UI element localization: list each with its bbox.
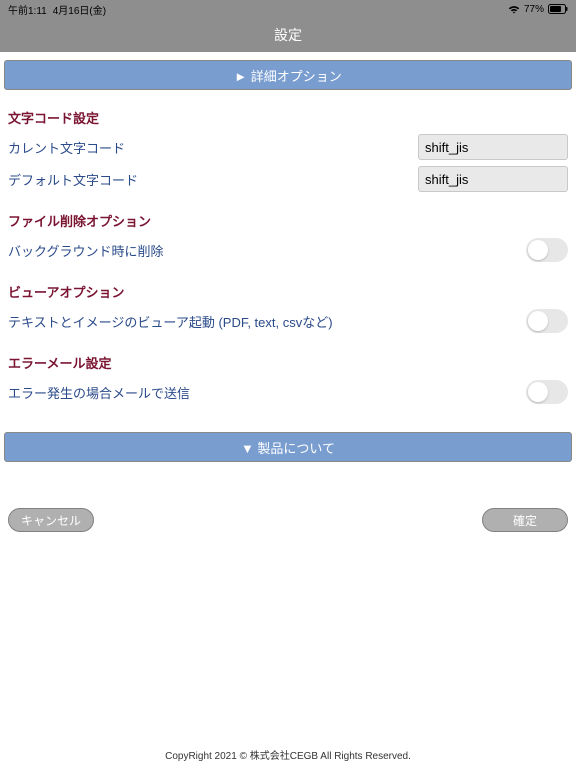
cancel-button-label: キャンセル [21, 512, 81, 529]
current-charcode-label: カレント文字コード [8, 138, 125, 157]
bg-delete-toggle[interactable] [526, 238, 568, 262]
default-charcode-label: デフォルト文字コード [8, 170, 138, 189]
status-date: 4月16日(金) [53, 2, 106, 17]
status-bar: 午前1:11 4月16日(金) 77% [0, 0, 576, 18]
about-product-label: ▼ 製品について [241, 438, 335, 457]
errormail-heading: エラーメール設定 [8, 353, 568, 372]
default-charcode-select[interactable]: shift_jis [418, 166, 568, 192]
advanced-options-label: ► 詳細オプション [234, 66, 341, 85]
status-time: 午前1:11 [8, 2, 47, 17]
battery-icon [548, 4, 568, 14]
errormail-send-label: エラー発生の場合メールで送信 [8, 383, 190, 402]
confirm-button[interactable]: 確定 [482, 508, 568, 532]
current-charcode-row: カレント文字コード shift_jis [8, 133, 568, 161]
wifi-icon [508, 5, 520, 14]
viewer-heading: ビューアオプション [8, 282, 568, 301]
confirm-button-label: 確定 [513, 512, 537, 529]
errormail-send-toggle[interactable] [526, 380, 568, 404]
cancel-button[interactable]: キャンセル [8, 508, 94, 532]
filedelete-heading: ファイル削除オプション [8, 211, 568, 230]
copyright-text: CopyRight 2021 © 株式会社CEGB All Rights Res… [0, 747, 576, 762]
current-charcode-select[interactable]: shift_jis [418, 134, 568, 160]
errormail-send-row: エラー発生の場合メールで送信 [8, 378, 568, 406]
advanced-options-button[interactable]: ► 詳細オプション [4, 60, 572, 90]
title-bar: 設定 [0, 18, 576, 52]
default-charcode-row: デフォルト文字コード shift_jis [8, 165, 568, 193]
status-battery-pct: 77% [524, 4, 544, 15]
charcode-heading: 文字コード設定 [8, 108, 568, 127]
default-charcode-value: shift_jis [425, 172, 468, 187]
bg-delete-row: バックグラウンド時に削除 [8, 236, 568, 264]
viewer-launch-label: テキストとイメージのビューア起動 (PDF, text, csvなど) [8, 312, 333, 331]
bg-delete-label: バックグラウンド時に削除 [8, 241, 163, 260]
current-charcode-value: shift_jis [425, 140, 468, 155]
viewer-launch-toggle[interactable] [526, 309, 568, 333]
page-title: 設定 [274, 25, 302, 45]
about-product-button[interactable]: ▼ 製品について [4, 432, 572, 462]
viewer-launch-row: テキストとイメージのビューア起動 (PDF, text, csvなど) [8, 307, 568, 335]
